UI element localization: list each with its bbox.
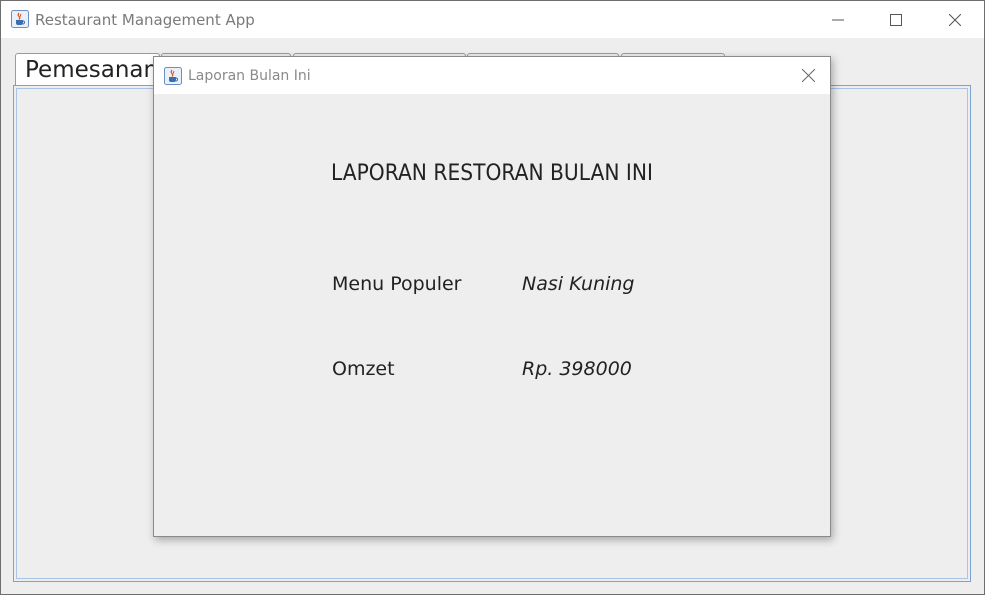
maximize-button[interactable] [867, 1, 925, 38]
menu-populer-value: Nasi Kuning [522, 273, 635, 295]
maximize-icon [890, 13, 902, 26]
report-heading: LAPORAN RESTORAN BULAN INI [331, 161, 653, 186]
dialog-title: Laporan Bulan Ini [188, 68, 311, 84]
tab-pemesanan[interactable]: Pemesanan [15, 53, 160, 86]
close-icon [949, 13, 961, 26]
menu-populer-label: Menu Populer [332, 273, 462, 295]
java-cup-icon [164, 67, 182, 85]
minimize-icon [832, 19, 844, 20]
omzet-label: Omzet [332, 358, 395, 380]
dialog-close-button[interactable] [786, 57, 830, 94]
close-button[interactable] [926, 1, 984, 38]
java-cup-icon [11, 10, 29, 28]
minimize-button[interactable] [809, 1, 867, 38]
tab-label: Pemesanan [25, 57, 159, 83]
report-dialog: Laporan Bulan Ini LAPORAN RESTORAN BULAN… [153, 56, 831, 537]
window-title: Restaurant Management App [35, 11, 255, 29]
dialog-titlebar[interactable]: Laporan Bulan Ini [154, 57, 830, 94]
window-titlebar[interactable]: Restaurant Management App [1, 1, 984, 38]
omzet-value: Rp. 398000 [522, 358, 632, 380]
close-icon [801, 69, 815, 82]
